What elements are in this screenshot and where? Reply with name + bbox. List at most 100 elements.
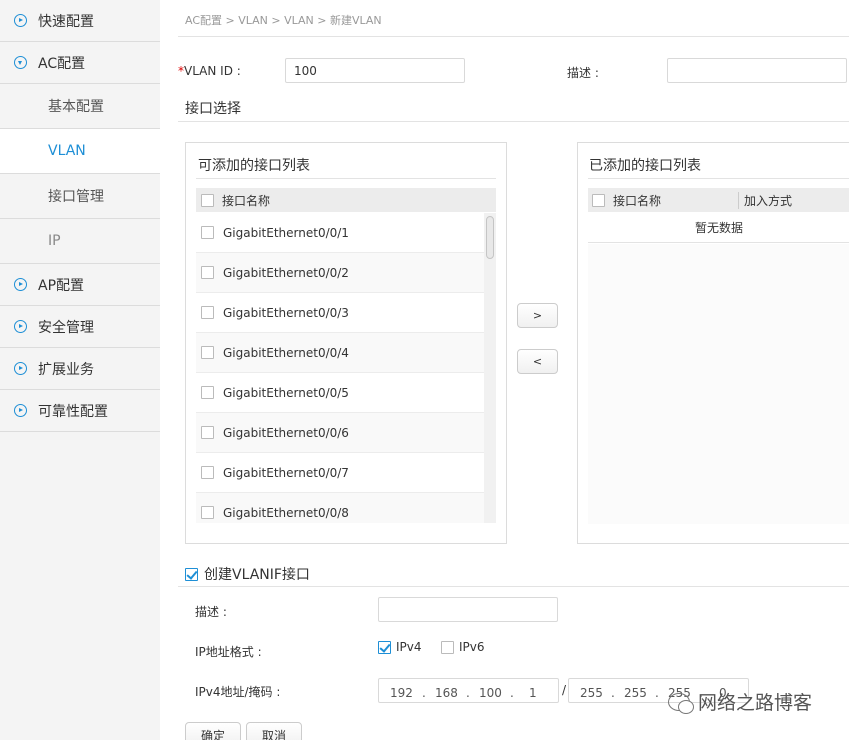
ipv4-checkbox[interactable] [378, 640, 391, 654]
row-checkbox[interactable] [201, 426, 214, 439]
row-checkbox[interactable] [201, 506, 214, 519]
col-interface-name: 接口名称 [222, 193, 271, 208]
mask-dot: . [655, 686, 659, 700]
select-all-checkbox[interactable] [201, 193, 214, 207]
nav-label: 基本配置 [48, 99, 104, 115]
mask-octet: 255 [624, 686, 647, 700]
main-content: AC配置 > VLAN > VLAN > 新建VLAN *VLAN ID : 1… [160, 0, 849, 740]
row-checkbox[interactable] [201, 266, 214, 279]
row-checkbox[interactable] [201, 346, 214, 359]
nav-ap-config[interactable]: AP配置 [0, 264, 160, 306]
added-table-body [588, 244, 849, 524]
ok-button[interactable]: 确定 [185, 722, 241, 740]
desc-input[interactable] [667, 58, 847, 83]
available-interfaces-panel: 可添加的接口列表 接口名称 GigabitEthernet0/0/1 Gigab… [185, 142, 507, 544]
nav-basic-config[interactable]: 基本配置 [0, 84, 160, 129]
ipv4-address-input[interactable]: 192 . 168 . 100 . 1 [378, 678, 559, 703]
watermark-text: 网络之路博客 [698, 692, 813, 714]
expand-arrow-icon [14, 278, 27, 291]
interface-name: GigabitEthernet0/0/3 [223, 305, 349, 320]
create-vlanif-label: 创建VLANIF接口 [204, 567, 310, 583]
interface-name: GigabitEthernet0/0/7 [223, 465, 349, 480]
nav-label: 安全管理 [38, 319, 94, 336]
nav-label: AP配置 [38, 277, 85, 294]
scrollbar-thumb[interactable] [486, 216, 494, 259]
table-row[interactable]: GigabitEthernet0/0/3 [196, 293, 496, 333]
select-all-checkbox[interactable] [592, 193, 605, 207]
table-row[interactable]: GigabitEthernet0/0/2 [196, 253, 496, 293]
chat-bubble-icon [668, 692, 694, 714]
expand-arrow-icon [14, 14, 27, 27]
added-table-header: 接口名称 加入方式 [588, 188, 849, 212]
sidebar: 快速配置 AC配置 基本配置 VLAN 接口管理 IP AP配置 安全管理 扩展… [0, 0, 160, 740]
vlanif-desc-input[interactable] [378, 597, 558, 622]
ipv4-option[interactable]: IPv4 [378, 640, 422, 654]
interface-name: GigabitEthernet0/0/6 [223, 425, 349, 440]
remove-interface-button[interactable]: < [517, 349, 558, 374]
row-checkbox[interactable] [201, 386, 214, 399]
col-join-mode: 加入方式 [738, 191, 792, 209]
nav-ac-config[interactable]: AC配置 [0, 42, 160, 84]
nav-interface-mgmt[interactable]: 接口管理 [0, 174, 160, 219]
create-vlanif-checkbox[interactable] [185, 567, 198, 581]
ipv6-checkbox[interactable] [441, 640, 454, 654]
nav-label: AC配置 [38, 55, 86, 72]
nav-label: 快速配置 [38, 13, 94, 30]
vlan-id-input[interactable]: 100 [285, 58, 465, 83]
ip-octet: 100 [479, 686, 502, 700]
col-interface-name: 接口名称 [613, 193, 662, 208]
table-row[interactable]: GigabitEthernet0/0/5 [196, 373, 496, 413]
ipv4-addr-label: IPv4地址/掩码 : [195, 685, 281, 699]
available-list-title: 可添加的接口列表 [198, 158, 310, 174]
ip-octet: 1 [529, 686, 537, 700]
divider [178, 121, 849, 122]
vlan-id-value: 100 [294, 63, 317, 78]
ipv6-option[interactable]: IPv6 [441, 640, 485, 654]
expand-arrow-icon [14, 362, 27, 375]
table-row[interactable]: GigabitEthernet0/0/6 [196, 413, 496, 453]
empty-state: 暂无数据 [588, 213, 849, 243]
row-checkbox[interactable] [201, 466, 214, 479]
added-list-title: 已添加的接口列表 [589, 158, 701, 174]
available-table-body: GigabitEthernet0/0/1 GigabitEthernet0/0/… [196, 213, 496, 523]
added-interfaces-panel: 已添加的接口列表 接口名称 加入方式 暂无数据 [577, 142, 849, 544]
table-row[interactable]: GigabitEthernet0/0/1 [196, 213, 496, 253]
nav-security[interactable]: 安全管理 [0, 306, 160, 348]
nav-reliability[interactable]: 可靠性配置 [0, 390, 160, 432]
scrollbar[interactable] [484, 213, 496, 523]
nav-quick-config[interactable]: 快速配置 [0, 0, 160, 42]
watermark: 网络之路博客 [668, 688, 812, 715]
breadcrumb: AC配置 > VLAN > VLAN > 新建VLAN [185, 14, 382, 27]
ip-format-label: IP地址格式 : [195, 645, 262, 659]
table-row[interactable]: GigabitEthernet0/0/8 [196, 493, 496, 523]
interface-section-title: 接口选择 [185, 101, 241, 117]
add-interface-button[interactable]: > [517, 303, 558, 328]
nav-label: IP [48, 233, 61, 249]
nav-extended[interactable]: 扩展业务 [0, 348, 160, 390]
table-row[interactable]: GigabitEthernet0/0/7 [196, 453, 496, 493]
vlan-id-label: *VLAN ID : [178, 64, 241, 78]
interface-name: GigabitEthernet0/0/2 [223, 265, 349, 280]
available-table-header: 接口名称 [196, 188, 496, 212]
mask-octet: 255 [580, 686, 603, 700]
interface-name: GigabitEthernet0/0/5 [223, 385, 349, 400]
nav-label: 扩展业务 [38, 361, 94, 378]
ipv6-label: IPv6 [459, 640, 485, 654]
collapse-arrow-icon [14, 56, 27, 69]
nav-label: 接口管理 [48, 189, 104, 205]
divider [196, 178, 496, 179]
nav-ip[interactable]: IP [0, 219, 160, 264]
create-vlanif-option[interactable]: 创建VLANIF接口 [185, 564, 310, 584]
row-checkbox[interactable] [201, 306, 214, 319]
expand-arrow-icon [14, 404, 27, 417]
mask-slash: / [562, 683, 567, 697]
vlanif-desc-label: 描述 : [195, 605, 227, 619]
table-row[interactable]: GigabitEthernet0/0/4 [196, 333, 496, 373]
row-checkbox[interactable] [201, 226, 214, 239]
nav-label: 可靠性配置 [38, 403, 108, 420]
cancel-button[interactable]: 取消 [246, 722, 302, 740]
divider [178, 586, 849, 587]
desc-label: 描述 : [567, 66, 599, 80]
interface-name: GigabitEthernet0/0/4 [223, 345, 349, 360]
nav-vlan[interactable]: VLAN [0, 129, 160, 174]
